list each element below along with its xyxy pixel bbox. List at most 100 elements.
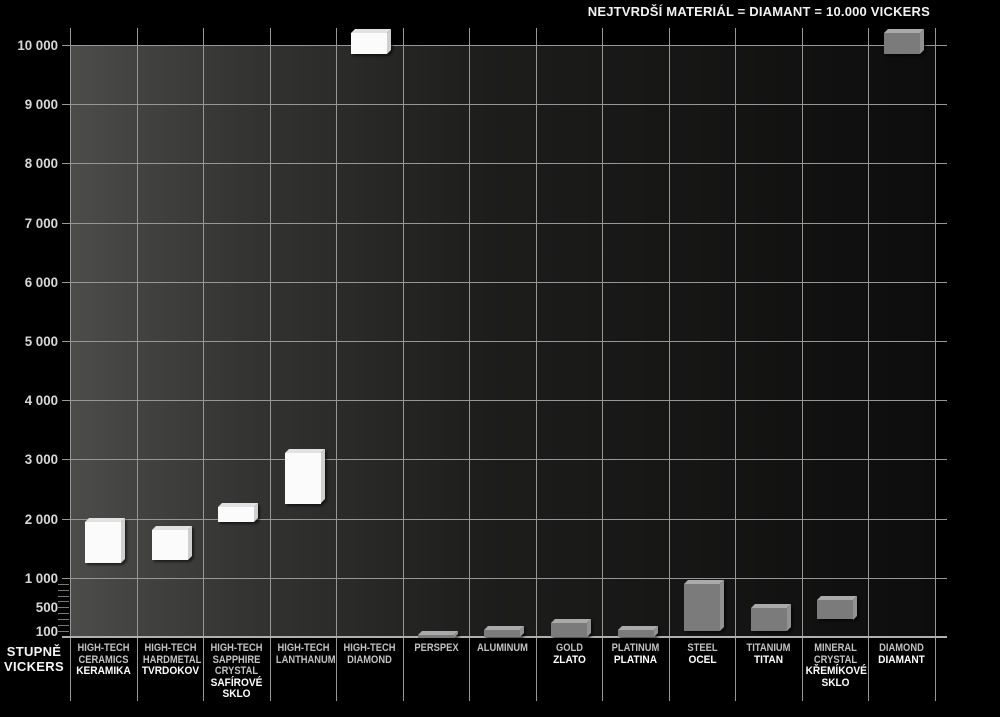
hardness-chart: NEJTVRDŠÍ MATERIÁL = DIAMANT = 10.000 VI… (0, 0, 1000, 717)
vertical-gridline (270, 28, 271, 701)
category-local-name-line: OCEL (673, 655, 733, 667)
bar-high-tech-diamond-side-face (387, 29, 391, 54)
category-label-gold: GOLDZLATO (537, 643, 602, 666)
y-tick-label: 2 000 (9, 511, 58, 527)
category-local-name-line: PLATINA (606, 655, 666, 667)
category-label-platinum: PLATINUMPLATINA (603, 643, 668, 666)
category-local-name-line: KERAMIKA (74, 666, 134, 678)
minor-tick (58, 601, 69, 602)
bar-high-tech-lanthanum-side-face (321, 449, 325, 503)
y-tick-label: 7 000 (9, 215, 58, 231)
horizontal-gridline (62, 341, 947, 342)
bar-diamond-ace-face (884, 33, 920, 54)
bar-steel (684, 584, 720, 631)
category-local-name-line: ZLATO (540, 655, 600, 667)
horizontal-gridline (62, 163, 947, 164)
bar-high-tech-hardmetal-side-face (188, 526, 192, 560)
horizontal-gridline (62, 459, 947, 460)
vertical-gridline (70, 28, 71, 701)
y-tick-label: 3 000 (9, 451, 58, 467)
bar-diamond-side-face (920, 29, 924, 54)
bar-high-tech-ceramics-ace-face (85, 522, 121, 563)
horizontal-gridline (62, 223, 947, 224)
vertical-gridline (935, 28, 936, 701)
vertical-gridline (669, 28, 670, 701)
category-name-line: PERSPEX (409, 643, 464, 655)
category-local-name-line: DIAMANT (872, 655, 932, 667)
vertical-gridline (802, 28, 803, 701)
bar-steel-ace-face (684, 584, 720, 631)
category-label-high-tech-sapphire-crystal: HIGH-TECHSAPPHIRECRYSTALSAFÍROVÉSKLO (204, 643, 269, 701)
bar-titanium-side-face (787, 604, 791, 631)
bar-perspex-ace-face (418, 635, 454, 638)
vertical-gridline (602, 28, 603, 701)
minor-tick (58, 619, 69, 620)
bar-titanium (751, 608, 787, 631)
y-tick-label: 6 000 (9, 274, 58, 290)
plot-area: 10 000 9 000 8 000 7 000 6 000 5 000 4 000 3 00… (0, 0, 1000, 717)
y-tick-label: 100 (9, 623, 58, 639)
y-tick-label: 10 000 (9, 37, 58, 53)
category-name-line: DIAMOND (342, 655, 397, 667)
minor-tick (58, 596, 69, 597)
horizontal-gridline (62, 45, 947, 46)
vertical-gridline (868, 28, 869, 701)
category-label-high-tech-ceramics: HIGH-TECHCERAMICSKERAMIKA (71, 643, 136, 678)
category-local-name-line: SKLO (806, 678, 866, 690)
bar-diamond (884, 33, 920, 54)
category-label-high-tech-lanthanum: HIGH-TECHLANTHANUM (271, 643, 336, 666)
bar-aluminum (484, 630, 520, 637)
minor-tick (58, 584, 69, 585)
y-tick-label: 5 000 (9, 333, 58, 349)
vertical-gridline (203, 28, 204, 701)
bar-mineral-crystal-side-face (853, 596, 857, 620)
horizontal-gridline (62, 519, 947, 520)
bar-platinum-ace-face (618, 630, 654, 637)
bar-platinum (618, 630, 654, 637)
bar-gold (551, 623, 587, 637)
y-tick-label: 4 000 (9, 392, 58, 408)
minor-tick (58, 613, 69, 614)
vertical-gridline (403, 28, 404, 701)
y-tick-label: 500 (9, 599, 58, 615)
bar-high-tech-diamond-ace-face (351, 33, 387, 54)
vertical-gridline (336, 28, 337, 701)
horizontal-gridline (62, 282, 947, 283)
minor-tick (58, 625, 69, 626)
bar-titanium-ace-face (751, 608, 787, 631)
category-label-titanium: TITANIUMTITAN (736, 643, 801, 666)
bar-high-tech-diamond (351, 33, 387, 54)
bar-high-tech-hardmetal-ace-face (152, 530, 188, 560)
vertical-gridline (536, 28, 537, 701)
bar-high-tech-sapphire-crystal-ace-face (218, 507, 254, 522)
bar-steel-side-face (720, 580, 724, 631)
y-tick-label: 9 000 (9, 96, 58, 112)
bar-high-tech-ceramics-side-face (121, 518, 125, 563)
vertical-gridline (735, 28, 736, 701)
minor-tick (58, 631, 69, 632)
minor-tick (58, 590, 69, 591)
bar-high-tech-ceramics (85, 522, 121, 563)
horizontal-gridline (62, 104, 947, 105)
category-name-line: LANTHANUM (276, 655, 331, 667)
category-local-name-line: TVRDOKOV (141, 666, 201, 678)
category-label-perspex: PERSPEX (404, 643, 469, 655)
category-label-aluminum: ALUMINUM (470, 643, 535, 655)
category-local-name-line: TITAN (739, 655, 799, 667)
category-label-high-tech-hardmetal: HIGH-TECHHARDMETALTVRDOKOV (138, 643, 203, 678)
horizontal-gridline (62, 578, 947, 579)
category-local-name-line: SKLO (207, 689, 267, 701)
bar-gold-ace-face (551, 623, 587, 637)
bar-perspex (418, 635, 454, 638)
y-tick-label: 8 000 (9, 155, 58, 171)
bar-high-tech-sapphire-crystal (218, 507, 254, 522)
category-label-steel: STEELOCEL (670, 643, 735, 666)
category-label-high-tech-diamond: HIGH-TECHDIAMOND (337, 643, 402, 666)
bar-mineral-crystal (817, 600, 853, 620)
vertical-gridline (469, 28, 470, 701)
bar-mineral-crystal-ace-face (817, 600, 853, 620)
bar-aluminum-ace-face (484, 630, 520, 637)
vertical-gridline (137, 28, 138, 701)
horizontal-gridline (62, 400, 947, 401)
bar-high-tech-lanthanum-ace-face (285, 453, 321, 503)
